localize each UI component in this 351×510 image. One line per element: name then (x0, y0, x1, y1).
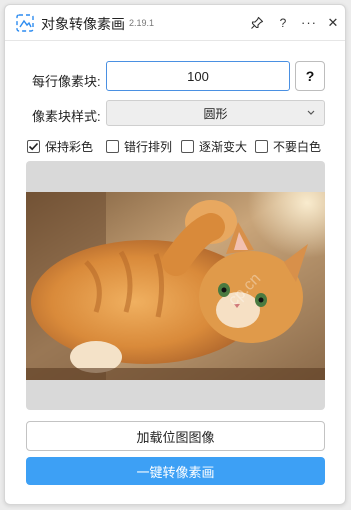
title-bar: 对象转像素画 2.19.1 ? ··· ✕ (5, 5, 345, 39)
help-title-button[interactable]: ? (273, 13, 293, 33)
option-label: 不要白色 (273, 140, 322, 154)
block-style-value: 圆形 (203, 106, 228, 121)
cat-photo (26, 192, 325, 380)
app-logo-icon (16, 14, 34, 32)
option-label: 逐渐变大 (199, 140, 248, 154)
app-window: 对象转像素画 2.19.1 ? ··· ✕ 每行像素块: ? 像素块样式: 圆形 (4, 4, 346, 505)
checkbox-no-white[interactable] (255, 140, 268, 153)
pixels-per-row-label: 每行像素块: (32, 74, 101, 89)
block-style-select[interactable]: 圆形 (106, 100, 325, 126)
convert-to-pixel-art-button[interactable]: 一键转像素画 (26, 457, 325, 485)
close-button[interactable]: ✕ (323, 13, 343, 33)
option-stagger[interactable]: 错行排列 (106, 138, 172, 155)
pixels-per-row-input[interactable] (106, 61, 290, 91)
app-version: 2.19.1 (129, 18, 155, 28)
option-label: 保持彩色 (45, 140, 94, 154)
checkbox-stagger[interactable] (106, 140, 119, 153)
option-keep-color[interactable]: 保持彩色 (27, 138, 93, 155)
title-divider (5, 40, 345, 41)
checkmark-icon (28, 142, 39, 151)
more-button[interactable]: ··· (299, 12, 319, 32)
pin-icon (251, 16, 264, 29)
checkbox-keep-color[interactable] (27, 140, 40, 153)
option-label: 错行排列 (124, 140, 173, 154)
help-button[interactable]: ? (295, 61, 325, 91)
load-bitmap-button[interactable]: 加载位图图像 (26, 421, 325, 451)
option-no-white[interactable]: 不要白色 (255, 138, 321, 155)
checkbox-gradual-grow[interactable] (181, 140, 194, 153)
options-row: 保持彩色 错行排列 逐渐变大 不要白色 (27, 138, 337, 156)
image-preview: cp.cn (26, 161, 325, 410)
option-gradual-grow[interactable]: 逐渐变大 (181, 138, 247, 155)
app-title: 对象转像素画 (41, 16, 125, 32)
pin-button[interactable] (247, 13, 267, 33)
chevron-down-icon (307, 110, 315, 115)
block-style-label: 像素块样式: (32, 109, 101, 124)
